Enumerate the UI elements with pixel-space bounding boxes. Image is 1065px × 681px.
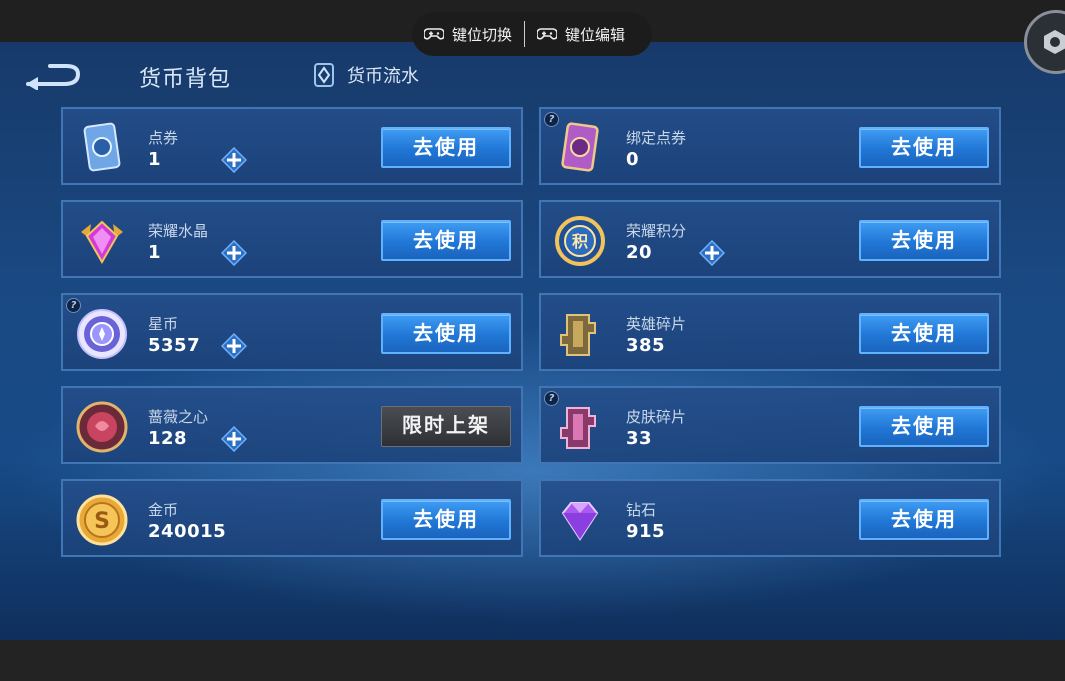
currency-value: 20 [626,242,653,263]
rose-heart-icon [76,401,128,453]
gold-coin-icon: S [76,494,128,546]
svg-text:S: S [94,509,110,534]
star-coin-icon [77,309,127,359]
currency-label: 荣耀水晶 [148,222,209,240]
currency-backpack-screen: 货币背包 货币流水 点券 1 去使用 ? 绑定点券 0 去使用 荣耀水晶 1 去… [0,42,1065,640]
use-button[interactable]: 去使用 [859,406,989,447]
use-button[interactable]: 去使用 [859,220,989,261]
bound-voucher-card-icon [561,122,599,172]
currency-value: 385 [626,335,666,356]
use-button[interactable]: 去使用 [381,499,511,540]
currency-label: 金币 [148,501,179,519]
currency-card-hero-fragment: 英雄碎片 385 去使用 [539,293,1001,371]
currency-card-glory-points: 积 荣耀积分 20 去使用 [539,200,1001,278]
use-button[interactable]: 去使用 [859,499,989,540]
currency-card-diamond: 钻石 915 去使用 [539,479,1001,557]
add-plus-icon[interactable] [221,147,247,173]
use-button[interactable]: 去使用 [381,220,511,261]
currency-flow-label: 货币流水 [347,66,419,87]
hero-fragment-icon [560,314,596,356]
currency-flow-link[interactable]: 货币流水 [311,62,419,88]
use-button[interactable]: 去使用 [859,127,989,168]
add-plus-icon[interactable] [221,333,247,359]
currency-card-voucher: 点券 1 去使用 [61,107,523,185]
currency-value: 1 [148,149,162,170]
glory-points-icon: 积 [555,216,605,266]
use-button[interactable]: 去使用 [381,313,511,354]
key-edit-label: 键位编辑 [565,25,626,44]
gamepad-icon [424,28,444,40]
key-mapping-toolbar: 键位切换 键位编辑 [412,12,652,56]
hexagon-nut-icon [1044,30,1065,54]
window-bottom-bar [0,640,1065,681]
page-title: 货币背包 [139,67,232,92]
currency-card-gold-coin: S 金币 240015 去使用 [61,479,523,557]
currency-card-glory-crystal: 荣耀水晶 1 去使用 [61,200,523,278]
currency-value: 240015 [148,521,227,542]
back-arrow-icon[interactable] [24,62,82,90]
currency-label: 英雄碎片 [626,315,687,333]
currency-value: 33 [626,428,653,449]
add-plus-icon[interactable] [221,426,247,452]
currency-label: 钻石 [626,501,657,519]
use-button[interactable]: 去使用 [859,313,989,354]
currency-card-star-coin: ? 星币 5357 去使用 [61,293,523,371]
use-button[interactable]: 去使用 [381,127,511,168]
diamond-icon [561,502,599,541]
currency-value: 5357 [148,335,201,356]
transaction-log-icon [314,63,334,87]
glory-crystal-icon [81,220,123,265]
currency-label: 皮肤碎片 [626,408,687,426]
currency-value: 915 [626,521,666,542]
currency-label: 荣耀积分 [626,222,687,240]
skin-fragment-icon [560,407,596,449]
limited-time-button[interactable]: 限时上架 [381,406,511,447]
voucher-card-icon [83,122,121,172]
key-switch-button[interactable]: 键位切换 [412,12,524,56]
key-edit-button[interactable]: 键位编辑 [525,12,637,56]
currency-card-rose-heart: 蔷薇之心 128 限时上架 [61,386,523,464]
currency-label: 星币 [148,315,179,333]
gamepad-icon [537,28,558,40]
currency-value: 128 [148,428,188,449]
key-switch-label: 键位切换 [452,25,513,44]
svg-text:积: 积 [572,232,588,251]
currency-label: 点券 [148,129,179,147]
currency-card-skin-fragment: ? 皮肤碎片 33 去使用 [539,386,1001,464]
currency-value: 0 [626,149,640,170]
currency-label: 绑定点券 [626,129,687,147]
currency-value: 1 [148,242,162,263]
currency-card-bound-voucher: ? 绑定点券 0 去使用 [539,107,1001,185]
currency-label: 蔷薇之心 [148,408,209,426]
add-plus-icon[interactable] [699,240,725,266]
add-plus-icon[interactable] [221,240,247,266]
